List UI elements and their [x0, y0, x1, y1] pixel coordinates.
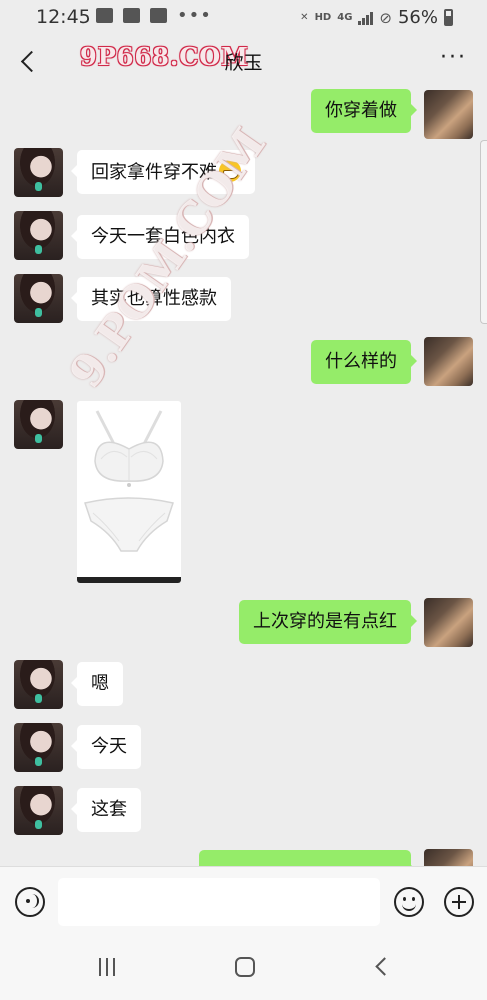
emoji-icon[interactable] — [394, 887, 424, 917]
message-text: 回家拿件穿不难 — [91, 162, 217, 183]
message-bubble-sent[interactable]: 什么样的 — [311, 340, 417, 384]
system-status: ✕ HD 4G ⊘ 56% — [300, 7, 453, 28]
contact-avatar[interactable] — [14, 274, 63, 323]
message-input[interactable] — [58, 878, 380, 926]
system-nav-bar — [0, 936, 487, 1000]
contact-avatar[interactable] — [14, 211, 63, 260]
image-bottom-strip — [77, 577, 181, 583]
message-bubble-sent[interactable]: 你穿着做 — [311, 89, 417, 133]
scroll-indicator[interactable] — [480, 140, 487, 324]
system-back-icon[interactable] — [375, 957, 394, 976]
signal-icon — [358, 11, 374, 25]
network-label: HD — [314, 12, 332, 23]
recent-apps-icon[interactable] — [99, 958, 115, 976]
gallery-notification-icon — [96, 8, 113, 23]
status-time: 12:45 — [36, 6, 91, 28]
contact-avatar[interactable] — [14, 786, 63, 835]
my-avatar[interactable] — [424, 90, 473, 139]
my-avatar[interactable] — [424, 598, 473, 647]
lingerie-image — [84, 410, 174, 552]
message-bubble-received[interactable]: 今天 — [71, 725, 141, 769]
message-bubble-received[interactable]: 嗯 — [71, 662, 123, 706]
battery-percent: 56% — [397, 7, 438, 28]
status-bar: 12:45 ••• ✕ HD 4G ⊘ 56% — [0, 0, 487, 34]
more-dots-icon[interactable]: ··· — [440, 47, 467, 69]
network-type-label: 4G — [337, 12, 353, 23]
grin-emoji-icon — [219, 160, 241, 182]
chat-title: 欣玉 — [224, 52, 263, 74]
message-bubble-sent-partial[interactable] — [199, 850, 417, 866]
app-notification-icon — [150, 8, 167, 23]
message-notification-icon — [123, 8, 140, 23]
message-bubble-received[interactable]: 回家拿件穿不难 — [71, 150, 255, 194]
input-bar — [0, 866, 487, 937]
notification-icons: ••• — [96, 5, 212, 26]
mute-icon: ✕ — [300, 12, 309, 23]
message-bubble-sent[interactable]: 上次穿的是有点红 — [239, 600, 417, 644]
contact-avatar[interactable] — [14, 660, 63, 709]
contact-avatar[interactable] — [14, 148, 63, 197]
do-not-disturb-icon: ⊘ — [379, 8, 392, 27]
voice-icon[interactable] — [15, 887, 45, 917]
chat-header: 9P668.COM 欣玉 ··· — [0, 34, 487, 88]
plus-icon[interactable] — [444, 887, 474, 917]
message-bubble-received[interactable]: 这套 — [71, 788, 141, 832]
home-icon[interactable] — [235, 957, 255, 977]
my-avatar[interactable] — [424, 849, 473, 866]
image-message[interactable] — [77, 401, 181, 583]
message-bubble-received[interactable]: 今天一套白色内衣 — [71, 215, 249, 259]
contact-avatar[interactable] — [14, 400, 63, 449]
contact-avatar[interactable] — [14, 723, 63, 772]
message-list[interactable]: 你穿着做 回家拿件穿不难 今天一套白色内衣 其实也算性感款 什么样的 上次穿的是… — [0, 88, 487, 866]
battery-icon — [444, 9, 453, 26]
more-notifications-icon: ••• — [177, 5, 212, 26]
message-bubble-received[interactable]: 其实也算性感款 — [71, 277, 231, 321]
my-avatar[interactable] — [424, 337, 473, 386]
